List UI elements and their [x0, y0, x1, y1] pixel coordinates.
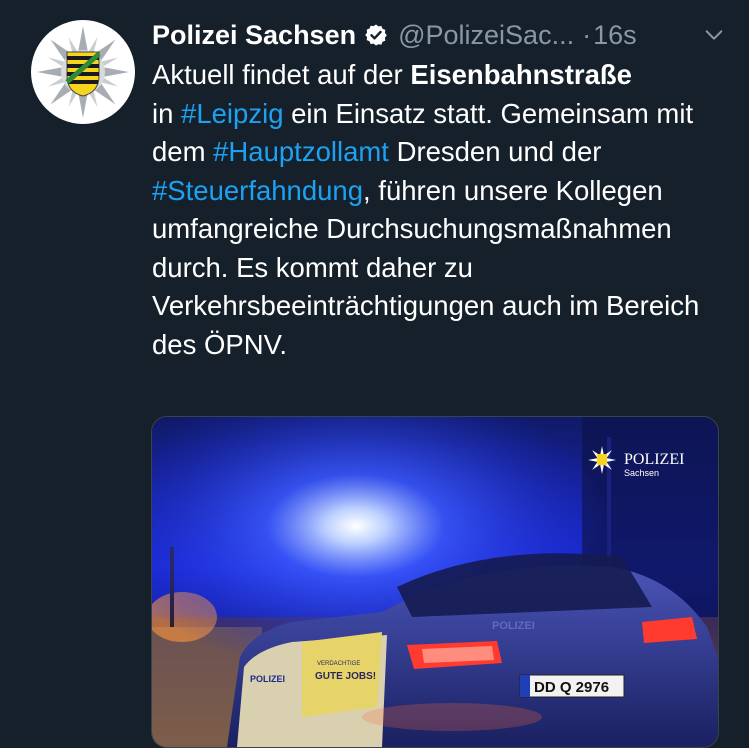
watermark-title: POLIZEI — [624, 451, 684, 468]
watermark-subtitle: Sachsen — [624, 468, 659, 478]
car-side-text: POLIZEI — [250, 674, 285, 684]
verified-badge-icon — [365, 24, 387, 46]
tweet-photo[interactable]: DD Q 2976 POLIZEI VERDACHTIGE GUTE JOBS!… — [151, 416, 719, 748]
police-car-night-photo: DD Q 2976 POLIZEI VERDACHTIGE GUTE JOBS!… — [152, 417, 718, 747]
chevron-down-icon[interactable] — [703, 24, 725, 46]
avatar[interactable] — [31, 20, 135, 124]
car-text-2: GUTE JOBS! — [315, 671, 376, 682]
tweet-text: Aktuell findet auf der Eisenbahnstraße in… — [152, 56, 722, 364]
hashtag-steuerfahndung[interactable]: #Steuerfahndung — [152, 175, 363, 206]
street-name: Eisenbahnstraße — [410, 59, 632, 90]
car-text-1: VERDACHTIGE — [317, 661, 360, 667]
tweet-header: Polizei Sachsen @PolizeiSac... · 16s — [152, 16, 725, 54]
tweet-text-segment: Aktuell findet auf der — [152, 59, 411, 90]
tweet-text-segment: in — [152, 97, 182, 129]
hashtag-leipzig[interactable]: #Leipzig — [181, 98, 283, 129]
account-handle[interactable]: @PolizeiSac... — [398, 20, 574, 51]
separator: · — [582, 19, 592, 50]
license-plate: DD Q 2976 — [534, 679, 609, 696]
hashtag-hauptzollamt[interactable]: #Hauptzollamt — [213, 136, 389, 167]
tweet-text-segment: Dresden und der — [388, 136, 602, 167]
car-rear-text: POLIZEI — [492, 620, 535, 632]
timestamp[interactable]: 16s — [593, 20, 637, 51]
polizei-star-crest-icon — [37, 26, 129, 118]
display-name[interactable]: Polizei Sachsen — [152, 20, 356, 51]
